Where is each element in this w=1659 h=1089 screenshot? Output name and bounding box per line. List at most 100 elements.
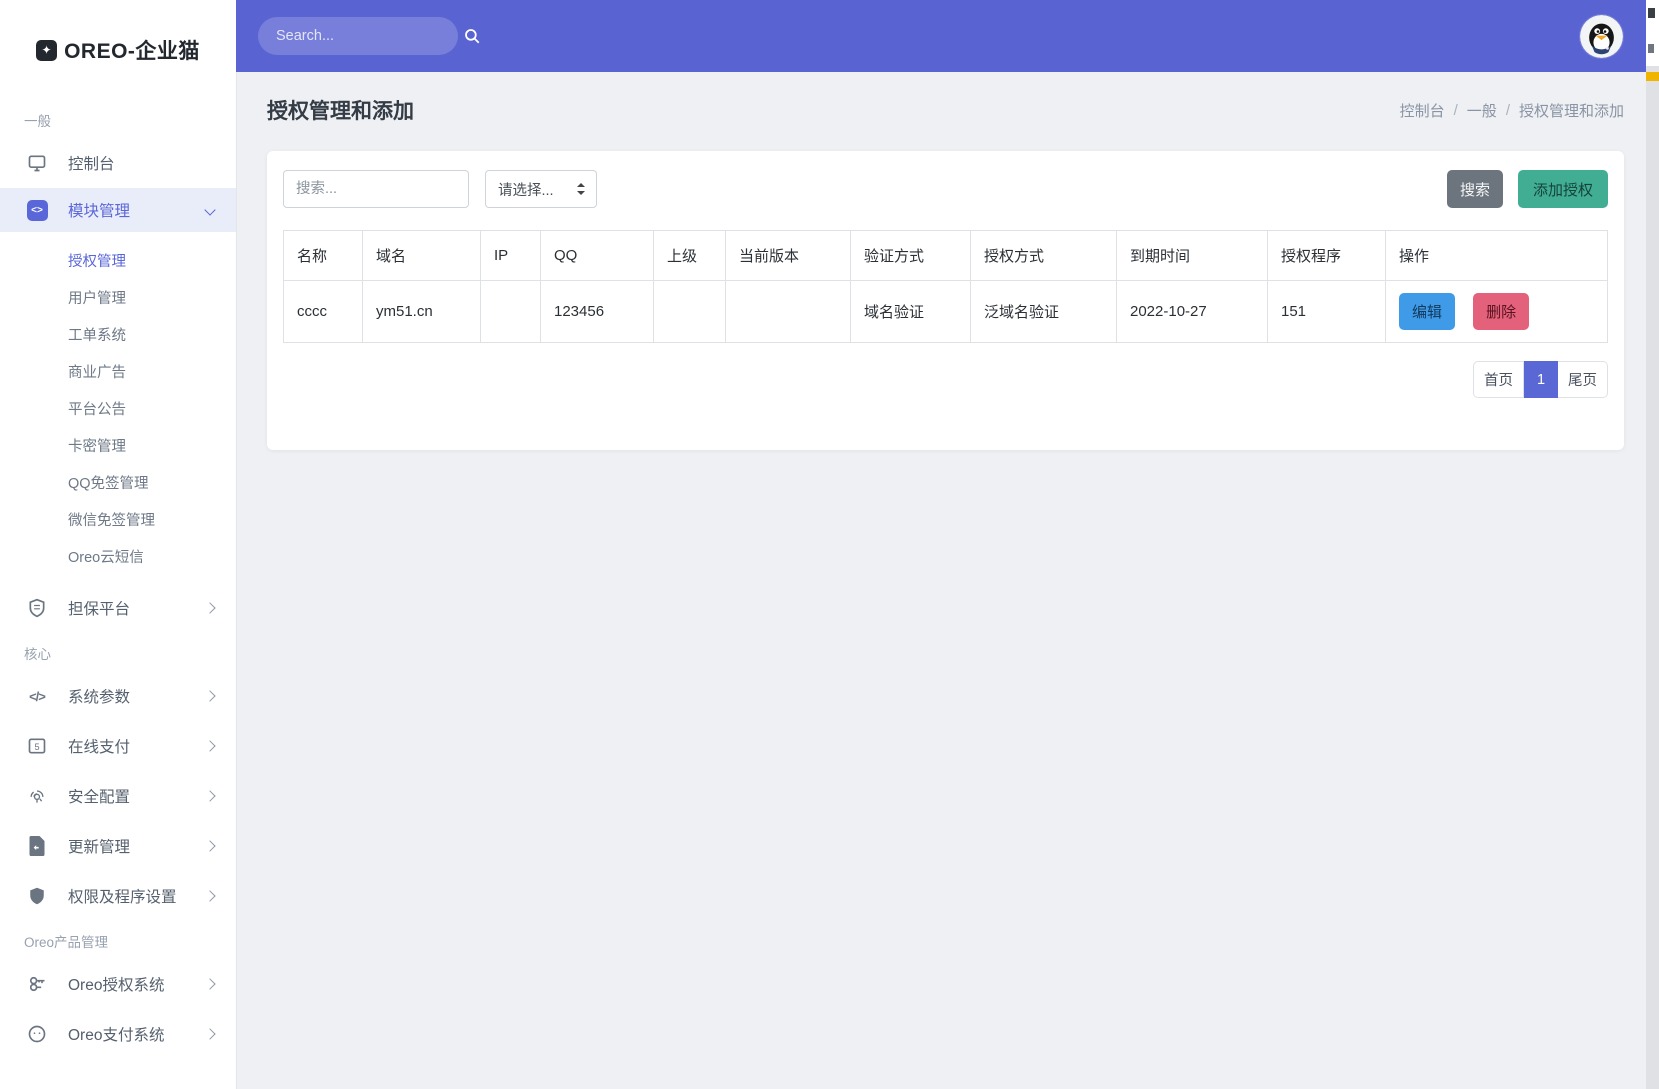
sidebar-item-oreo-pay-system[interactable]: Oreo支付系统 [0, 1009, 236, 1059]
table-search-input[interactable] [283, 170, 469, 208]
col-parent: 上级 [653, 230, 726, 281]
sidebar-item-label: Oreo授权系统 [68, 977, 165, 994]
submenu-item-cardkeys[interactable]: 卡密管理 [0, 427, 236, 464]
cell-auth-method: 泛域名验证 [970, 280, 1117, 343]
breadcrumb-current: 授权管理和添加 [1518, 102, 1624, 120]
cell-qq: 123456 [540, 280, 654, 343]
circle-face-icon [26, 1023, 48, 1045]
sidebar-item-oreo-auth-system[interactable]: Oreo授权系统 [0, 959, 236, 1009]
sidebar-item-security-config[interactable]: 安全配置 [0, 771, 236, 821]
col-verify-method: 验证方式 [850, 230, 971, 281]
sidebar-item-modules[interactable]: <> 模块管理 [0, 188, 236, 232]
sidebar-item-online-payment[interactable]: 5 在线支付 [0, 721, 236, 771]
breadcrumb-separator: / [1453, 101, 1458, 119]
col-actions: 操作 [1385, 230, 1608, 281]
shield-icon [26, 885, 48, 907]
breadcrumb-separator: / [1505, 101, 1510, 119]
chevron-down-icon [204, 204, 216, 216]
sidebar-item-label: 在线支付 [68, 739, 131, 756]
qq-penguin-avatar[interactable] [1580, 14, 1623, 58]
col-version: 当前版本 [725, 230, 851, 281]
topbar-search [258, 17, 480, 55]
breadcrumb-general[interactable]: 一般 [1467, 100, 1497, 121]
cell-actions: 编辑 删除 [1385, 280, 1608, 343]
pagination-last[interactable]: 尾页 [1558, 361, 1608, 398]
code-icon: </> [29, 688, 46, 704]
cell-ip [480, 280, 541, 343]
sidebar-item-permissions[interactable]: 权限及程序设置 [0, 871, 236, 921]
sidebar-item-system-params[interactable]: </> 系统参数 [0, 671, 236, 721]
col-auth-program: 授权程序 [1267, 230, 1386, 281]
sidebar-item-console[interactable]: 控制台 [0, 138, 236, 188]
main-area: 授权管理和添加 控制台 / 一般 / 授权管理和添加 请选择... [236, 0, 1659, 1089]
pagination: 首页 1 尾页 [1473, 361, 1608, 398]
submenu-item-ads[interactable]: 商业广告 [0, 353, 236, 390]
breadcrumb-console[interactable]: 控制台 [1400, 100, 1445, 121]
key-icon [26, 973, 48, 995]
col-expire-time: 到期时间 [1116, 230, 1268, 281]
sidebar: ✦ OREO-企业猫 一般 控制台 <> 模块管理 授权管理 用户管理 工单系统… [0, 0, 236, 1089]
submenu-item-users[interactable]: 用户管理 [0, 279, 236, 316]
sidebar-item-update-management[interactable]: 更新管理 [0, 821, 236, 871]
table-row: cccc ym51.cn 123456 域名验证 泛域名验证 2022-10-2… [283, 280, 1608, 343]
cell-parent [653, 280, 726, 343]
shield-badge-icon [26, 597, 48, 619]
pagination-first[interactable]: 首页 [1473, 361, 1524, 398]
brand-badge-icon: ✦ [36, 39, 58, 61]
chevron-right-icon [204, 978, 216, 990]
sidebar-item-label: 担保平台 [68, 601, 131, 618]
sidebar-item-label: 系统参数 [68, 689, 131, 706]
submenu-item-oreo-sms[interactable]: Oreo云短信 [0, 538, 236, 575]
add-authorization-button[interactable]: 添加授权 [1518, 170, 1608, 208]
authorization-card: 请选择... 搜索 添加授权 [267, 151, 1624, 450]
fingerprint-icon [26, 785, 48, 807]
submenu-item-wechat-nosign[interactable]: 微信免签管理 [0, 501, 236, 538]
payment-icon: 5 [26, 735, 48, 757]
submenu-item-authorization[interactable]: 授权管理 [0, 242, 236, 279]
sidebar-item-label: 权限及程序设置 [68, 889, 177, 906]
col-name: 名称 [283, 230, 363, 281]
chevron-right-icon [204, 890, 216, 902]
sidebar-item-guarantee[interactable]: 担保平台 [0, 583, 236, 633]
breadcrumb: 控制台 / 一般 / 授权管理和添加 [1400, 100, 1624, 121]
table-header-row: 名称 域名 IP QQ 上级 当前版本 验证方式 授权方式 到期时间 授权程序 … [283, 230, 1608, 281]
chevron-right-icon [204, 1028, 216, 1040]
submenu-item-qq-nosign[interactable]: QQ免签管理 [0, 464, 236, 501]
chevron-right-icon [204, 740, 216, 752]
modules-submenu: 授权管理 用户管理 工单系统 商业广告 平台公告 卡密管理 QQ免签管理 微信免… [0, 232, 236, 583]
authorization-table: 名称 域名 IP QQ 上级 当前版本 验证方式 授权方式 到期时间 授权程序 … [283, 230, 1608, 343]
brand-name: OREO-企业猫 [64, 40, 200, 63]
search-icon[interactable] [463, 27, 481, 45]
edit-button[interactable]: 编辑 [1399, 293, 1455, 330]
cell-domain: ym51.cn [362, 280, 481, 343]
submenu-item-announcements[interactable]: 平台公告 [0, 390, 236, 427]
col-domain: 域名 [362, 230, 481, 281]
code-box-icon: <> [26, 199, 48, 221]
filter-select[interactable]: 请选择... [485, 170, 597, 208]
cell-expire-time: 2022-10-27 [1116, 280, 1268, 343]
col-auth-method: 授权方式 [970, 230, 1117, 281]
cell-auth-program: 151 [1267, 280, 1386, 343]
file-update-icon [26, 835, 48, 857]
col-ip: IP [480, 230, 541, 281]
search-button[interactable]: 搜索 [1447, 170, 1503, 208]
select-caret-icon [576, 182, 586, 196]
chevron-right-icon [204, 602, 216, 614]
sidebar-item-label: 安全配置 [68, 789, 131, 806]
sidebar-item-label: 模块管理 [68, 203, 131, 220]
pagination-page-1[interactable]: 1 [1524, 361, 1558, 398]
app-root: ✦ OREO-企业猫 一般 控制台 <> 模块管理 授权管理 用户管理 工单系统… [0, 0, 1659, 1089]
cell-name: cccc [283, 280, 363, 343]
sidebar-section-core: 核心 [24, 647, 51, 662]
brand[interactable]: ✦ OREO-企业猫 [0, 0, 236, 100]
submenu-item-tickets[interactable]: 工单系统 [0, 316, 236, 353]
filter-row: 请选择... 搜索 添加授权 [283, 170, 1608, 208]
sidebar-section-general: 一般 [24, 114, 51, 129]
svg-text:5: 5 [34, 742, 39, 752]
topbar [236, 0, 1659, 72]
page-title: 授权管理和添加 [267, 100, 414, 123]
topbar-search-input[interactable] [276, 28, 463, 44]
chevron-right-icon [204, 840, 216, 852]
delete-button[interactable]: 删除 [1473, 293, 1530, 330]
sidebar-item-label: Oreo支付系统 [68, 1027, 165, 1044]
